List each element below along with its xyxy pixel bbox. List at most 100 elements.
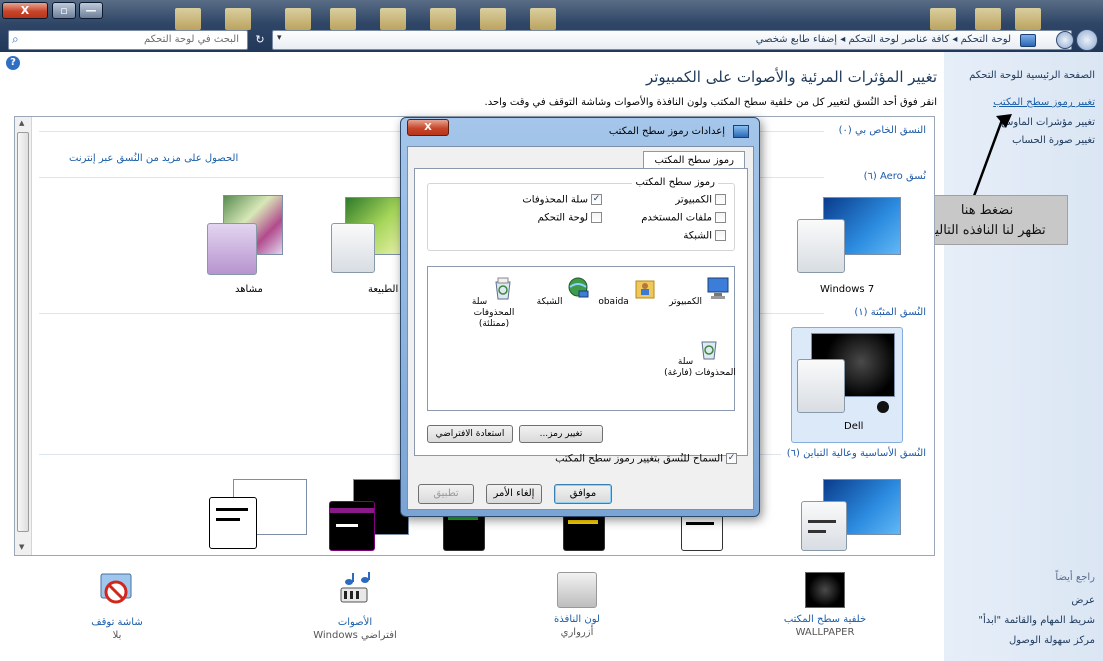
taskbar-thumb-icon	[430, 8, 456, 30]
search-placeholder: البحث في لوحة التحكم	[144, 34, 239, 45]
scrollbar-thumb[interactable]	[17, 132, 29, 532]
group-header-installed: النُسق المثبّتة (١)	[848, 307, 926, 318]
group-header-aero: نُسق Aero (٦)	[857, 171, 926, 182]
change-icon-button[interactable]: تغيير رمز...	[519, 425, 603, 443]
cancel-button[interactable]: إلغاء الأمر	[486, 484, 542, 504]
checkbox-control-panel-box[interactable]	[591, 212, 602, 223]
checkbox-computer[interactable]: الكمبيوتر	[675, 194, 726, 206]
icon-item-recycle-bin-empty[interactable]: سلة المحذوفات (فارغة)	[664, 335, 736, 379]
preview-bar	[808, 520, 836, 523]
dialog-close-button[interactable]: X	[407, 119, 449, 136]
theme-window-preview	[331, 223, 375, 273]
back-button[interactable]	[1076, 29, 1098, 51]
apply-button[interactable]: تطبيق	[418, 484, 474, 504]
search-input[interactable]: ⌕ البحث في لوحة التحكم	[8, 30, 248, 50]
icon-item-computer[interactable]: الكمبيوتر	[664, 275, 736, 308]
checkbox-network-box[interactable]	[715, 230, 726, 241]
restore-default-button[interactable]: استعادة الافتراضي	[427, 425, 513, 443]
page-description: انقر فوق أحد النُسق لتغيير كل من خلفية س…	[484, 97, 937, 108]
scroll-down-icon[interactable]: ▼	[19, 543, 24, 551]
desktop-background-link[interactable]: خلفية سطح المكتب	[770, 614, 880, 625]
preview-bar	[216, 518, 240, 521]
checkbox-computer-box[interactable]	[715, 194, 726, 205]
address-bar[interactable]: ▾ لوحة التحكم ◂ كافة عناصر لوحة التحكم ◂…	[272, 30, 1072, 50]
dialog-body: رموز سطح المكتب رموز سطح المكتب الكمبيوت…	[407, 146, 754, 510]
breadcrumb[interactable]: لوحة التحكم ◂ كافة عناصر لوحة التحكم ◂ إ…	[756, 34, 1011, 45]
icon-item-recycle-bin-full[interactable]: سلة المحذوفات (ممتلئة)	[458, 275, 530, 330]
checkbox-allow-themes-box[interactable]: ✓	[726, 453, 737, 464]
icon-label-user: obaida	[598, 297, 629, 307]
nav-link-taskbar[interactable]: شريط المهام والقائمة "ابدأ"	[978, 615, 1095, 626]
tab-desktop-icons[interactable]: رموز سطح المكتب	[643, 151, 745, 169]
screen-saver-item[interactable]: شاشة توقف بلا	[62, 572, 172, 641]
window-minimize-button[interactable]: —	[79, 2, 103, 19]
icon-label-recycle-bin-full: سلة المحذوفات (ممتلئة)	[471, 297, 515, 329]
checkbox-recycle-bin[interactable]: ✓سلة المحذوفات	[522, 194, 602, 206]
nav-link-change-account-picture[interactable]: تغيير صورة الحساب	[1012, 135, 1095, 146]
user-folder-icon	[635, 280, 655, 299]
desktop-background-item[interactable]: خلفية سطح المكتب WALLPAPER	[770, 572, 880, 638]
checkbox-network-label: الشبكة	[683, 230, 712, 242]
control-panel-icon	[1020, 34, 1036, 47]
vertical-scrollbar[interactable]: ▲ ▼	[15, 117, 32, 555]
get-more-themes-link[interactable]: الحصول على مزيد من النُسق عبر إنترنت	[69, 153, 238, 164]
theme-label-windows7: Windows 7	[820, 284, 875, 295]
taskbar-thumb-icon	[330, 8, 356, 30]
group-header-basic: النُسق الأساسية وعالية التباين (٦)	[780, 448, 926, 459]
desktop-icons-group: رموز سطح المكتب الكمبيوتر ملفات المستخدم…	[427, 177, 735, 251]
sounds-link[interactable]: الأصوات	[300, 617, 410, 628]
desktop-icon-list[interactable]: الكمبيوتر obaida الشبكة سلة المحذوفات (م…	[427, 266, 736, 411]
forward-button[interactable]	[1056, 31, 1074, 49]
window-close-button[interactable]: X	[2, 2, 48, 19]
screen-saver-value: بلا	[112, 630, 122, 641]
taskbar-thumb-icon	[225, 8, 251, 30]
taskbar-thumb-icon	[530, 8, 556, 30]
preview-bar	[216, 508, 248, 511]
tab-panel: رموز سطح المكتب الكمبيوتر ملفات المستخدم…	[414, 168, 748, 465]
search-icon[interactable]: ⌕	[12, 32, 28, 48]
theme-window-preview	[797, 359, 845, 413]
checkbox-user-files[interactable]: ملفات المستخدم	[641, 212, 726, 224]
window-color-link[interactable]: لون النافذة	[522, 614, 632, 625]
checkbox-network[interactable]: الشبكة	[683, 230, 726, 242]
scroll-up-icon[interactable]: ▲	[19, 119, 24, 127]
screen-saver-link[interactable]: شاشة توقف	[62, 617, 172, 628]
sounds-item[interactable]: الأصوات افتراضي Windows	[300, 572, 410, 641]
see-also-heading: راجع أيضاً	[1055, 572, 1095, 583]
nav-link-control-panel-home[interactable]: الصفحة الرئيسية للوحة التحكم	[969, 70, 1095, 81]
page-title: تغيير المؤثرات المرئية والأصوات على الكم…	[645, 68, 937, 86]
window-color-icon	[557, 572, 597, 608]
nav-link-display[interactable]: عرض	[1071, 595, 1095, 606]
theme-window-preview	[207, 223, 257, 275]
checkbox-user-files-label: ملفات المستخدم	[641, 212, 712, 224]
checkbox-allow-themes[interactable]: ✓السماح للنُسق بتغيير رموز سطح المكتب	[555, 453, 737, 465]
taskbar-thumb-icon	[380, 8, 406, 30]
group-header-my-themes: النسق الخاص بي (٠)	[832, 125, 926, 136]
taskbar-thumb-icon	[175, 8, 201, 30]
icon-label-computer: الكمبيوتر	[669, 297, 703, 307]
ok-button[interactable]: موافق	[554, 484, 612, 504]
screen-saver-icon	[100, 573, 132, 604]
nav-link-ease-of-access[interactable]: مركز سهولة الوصول	[1009, 635, 1095, 646]
window-maximize-button[interactable]: ▫	[52, 2, 76, 19]
preview-bar	[330, 508, 374, 513]
taskbar-thumb-icon	[480, 8, 506, 30]
window-titlebar: X ▫ — ⌕ البحث في لوحة التحكم ↻ ▾ لوحة ال…	[0, 0, 1103, 52]
icon-item-network[interactable]: الشبكة	[528, 275, 600, 308]
refresh-icon[interactable]: ↻	[251, 30, 269, 50]
checkbox-control-panel[interactable]: لوحة التحكم	[538, 212, 602, 224]
window-color-item[interactable]: لون النافذة أزرواري	[522, 572, 632, 638]
help-icon[interactable]: ?	[6, 56, 20, 70]
chevron-down-icon[interactable]: ▾	[277, 33, 282, 43]
checkbox-user-files-box[interactable]	[715, 212, 726, 223]
nav-link-change-desktop-icons[interactable]: تغيير رموز سطح المكتب	[993, 97, 1095, 108]
dell-logo-icon	[877, 401, 889, 413]
theme-label-scenes: مشاهد	[235, 284, 263, 295]
desktop-background-value: WALLPAPER	[795, 627, 855, 638]
checkbox-recycle-bin-box[interactable]: ✓	[591, 194, 602, 205]
icon-label-network: الشبكة	[536, 297, 563, 307]
recycle-bin-empty-icon	[701, 341, 717, 360]
icon-item-user[interactable]: obaida	[592, 275, 664, 308]
theme-window-preview	[329, 501, 375, 551]
group-title: رموز سطح المكتب	[632, 177, 718, 188]
